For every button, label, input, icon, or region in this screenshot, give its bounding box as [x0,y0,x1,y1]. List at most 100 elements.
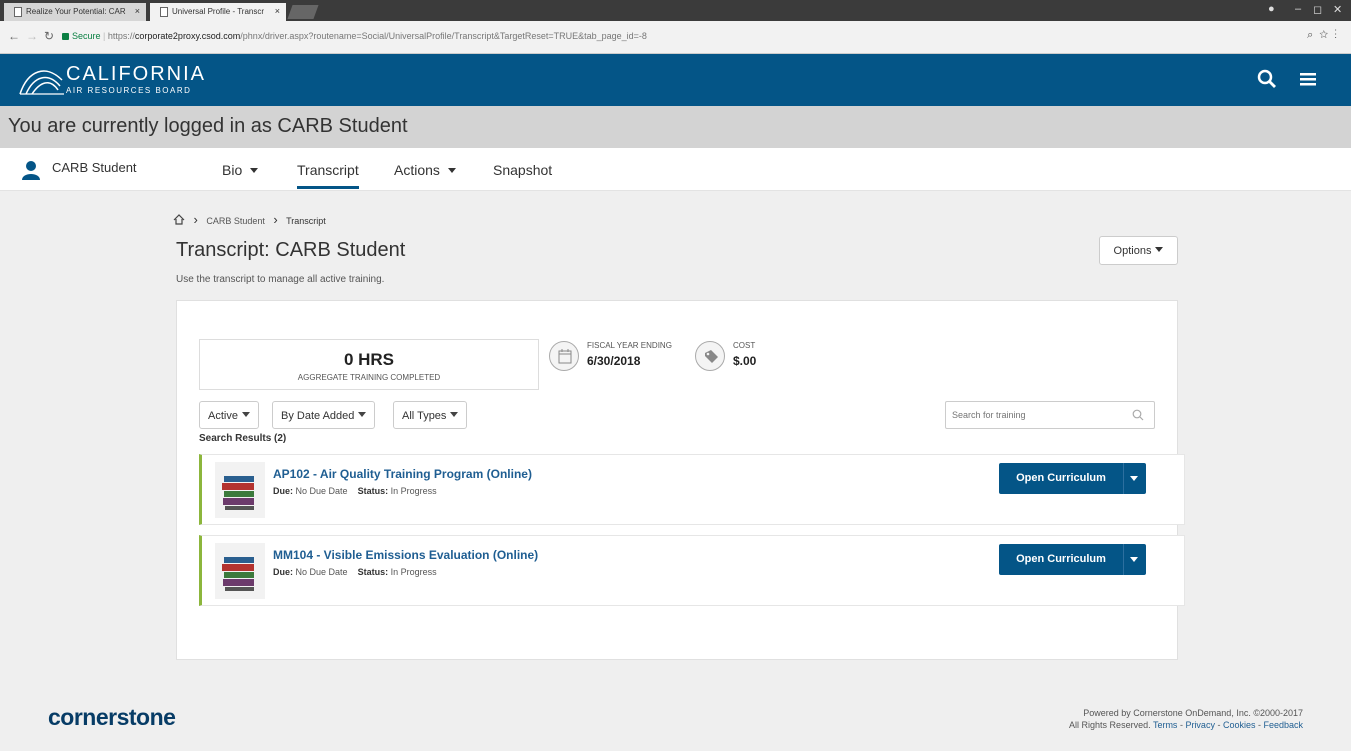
copyright: Powered by Cornerstone OnDemand, Inc. ©2… [1069,708,1303,730]
training-search [945,401,1155,429]
search-icon[interactable] [1257,69,1277,89]
privacy-link[interactable]: Privacy [1185,720,1215,730]
page-subtitle: Use the transcript to manage all active … [176,274,385,285]
browser-tab-active[interactable]: Universal Profile - Transcr × [150,3,286,21]
open-curriculum-button[interactable]: Open Curriculum [999,463,1146,494]
options-button[interactable]: Options [1099,236,1178,265]
chevron-down-icon[interactable] [1130,476,1138,481]
tab-label: Actions [394,162,440,178]
tab-snapshot[interactable]: Snapshot [493,162,552,178]
terms-link[interactable]: Terms [1153,720,1178,730]
zoom-icon[interactable]: ⌕ [1307,29,1319,41]
status-label: Status: [357,486,389,496]
chevron-down-icon [1155,247,1164,252]
close-window-icon[interactable]: ✕ [1333,3,1342,16]
url-path: /phnx/driver.aspx?routename=Social/Unive… [240,31,647,41]
curriculum-books-icon [215,543,265,599]
status-value: In Progress [390,567,437,577]
sort-dropdown[interactable]: By Date Added [272,401,376,429]
chevron-down-icon [250,168,259,173]
hours-value: 0 HRS [343,350,395,369]
browser-tabstrip: Realize Your Potential: CAR × Universal … [0,0,1351,21]
star-icon[interactable]: ☆ [1319,29,1334,41]
carb-logo-icon[interactable] [18,60,66,98]
open-curriculum-label: Open Curriculum [1016,553,1106,565]
status-filter-label: Active [208,410,238,422]
tab-actions[interactable]: Actions [394,162,456,178]
search-results-label: Search Results (2) [199,433,287,444]
training-search-input[interactable] [946,402,1126,428]
chrome-actions: ⌕☆⋮ [1307,29,1343,42]
type-filter-dropdown[interactable]: All Types [393,401,468,429]
hamburger-menu-icon[interactable] [1300,69,1316,89]
logo-title: CALIFORNIA [66,63,207,85]
logo-subtitle: AIR RESOURCES BOARD [66,86,192,95]
training-row: AP102 - Air Quality Training Program (On… [199,454,1185,525]
training-title-link[interactable]: MM104 - Visible Emissions Evaluation (On… [273,548,538,562]
tab-label: Bio [222,162,243,178]
profile-name: CARB Student [52,160,137,175]
powered-by-text: Powered by Cornerstone OnDemand, Inc. ©2… [1083,708,1303,718]
status-value: In Progress [390,486,437,496]
close-tab-icon[interactable]: × [135,6,140,16]
page-title: Transcript: CARB Student [176,239,406,261]
sort-label: By Date Added [281,410,355,422]
feedback-link[interactable]: Feedback [1263,720,1303,730]
maximize-icon[interactable]: ◻ [1313,3,1322,16]
back-icon[interactable]: ← [8,29,20,43]
browser-tab[interactable]: Realize Your Potential: CAR × [4,3,146,21]
open-curriculum-label: Open Curriculum [1016,472,1106,484]
breadcrumb-item-current: Transcript [286,216,326,226]
type-filter-label: All Types [402,410,447,422]
url-host: corporate2proxy.csod.com [134,31,241,41]
cornerstone-logo[interactable]: cornerstone [48,704,176,731]
forward-icon[interactable]: → [26,29,38,43]
tab-transcript[interactable]: Transcript [297,162,359,189]
logged-in-text: You are currently logged in as CARB Stud… [8,115,408,137]
training-meta: Due: No Due Date Status: In Progress [273,567,437,577]
page-icon [14,7,22,17]
site-header: CALIFORNIA AIR RESOURCES BOARD [0,54,1351,106]
chevron-down-icon[interactable] [1130,557,1138,562]
status-filter-dropdown[interactable]: Active [199,401,259,429]
search-icon[interactable] [1132,409,1144,421]
chevron-right-icon: › [193,212,198,227]
profile-icon[interactable]: ● [1268,3,1275,15]
browser-tab-label: Realize Your Potential: CAR [26,7,126,16]
cost-label: COST [733,341,756,350]
chevron-down-icon [358,412,367,417]
user-avatar-icon [22,161,40,180]
status-label: Status: [357,567,389,577]
training-row: MM104 - Visible Emissions Evaluation (On… [199,535,1185,606]
aggregate-hours-box: 0 HRS AGGREGATE TRAINING COMPLETED [199,339,539,390]
tab-bio[interactable]: Bio [222,162,259,178]
reload-icon[interactable]: ↻ [44,29,54,43]
options-label: Options [1113,245,1152,257]
footer: cornerstone Powered by Cornerstone OnDem… [0,680,1351,751]
fiscal-year-label: FISCAL YEAR ENDING [587,341,672,350]
cost-value: $.00 [733,354,757,368]
menu-dots-icon[interactable]: ⋮ [1334,29,1343,41]
profile-nav: CARB Student Bio Transcript Actions Snap… [0,148,1351,191]
training-title-link[interactable]: AP102 - Air Quality Training Program (On… [273,467,532,481]
secure-label: Secure [72,31,101,41]
tag-icon [695,341,725,371]
breadcrumb: › CARB Student › Transcript [173,212,326,227]
page-icon [160,7,168,17]
home-icon[interactable] [173,214,185,225]
close-tab-icon[interactable]: × [275,6,280,16]
breadcrumb-item[interactable]: CARB Student [206,216,265,226]
due-label: Due: [273,567,293,577]
chevron-right-icon: › [273,212,278,227]
calendar-icon [549,341,579,371]
hours-label: AGGREGATE TRAINING COMPLETED [297,373,441,382]
cookies-link[interactable]: Cookies [1223,720,1256,730]
due-label: Due: [273,486,293,496]
open-curriculum-button[interactable]: Open Curriculum [999,544,1146,575]
fiscal-year-value: 6/30/2018 [587,354,641,368]
minimize-icon[interactable]: – [1295,3,1301,15]
new-tab-button[interactable] [287,5,319,19]
chevron-down-icon [447,168,456,173]
due-value: No Due Date [295,567,348,577]
url-field[interactable]: Secure | https://corporate2proxy.csod.co… [62,26,1324,49]
